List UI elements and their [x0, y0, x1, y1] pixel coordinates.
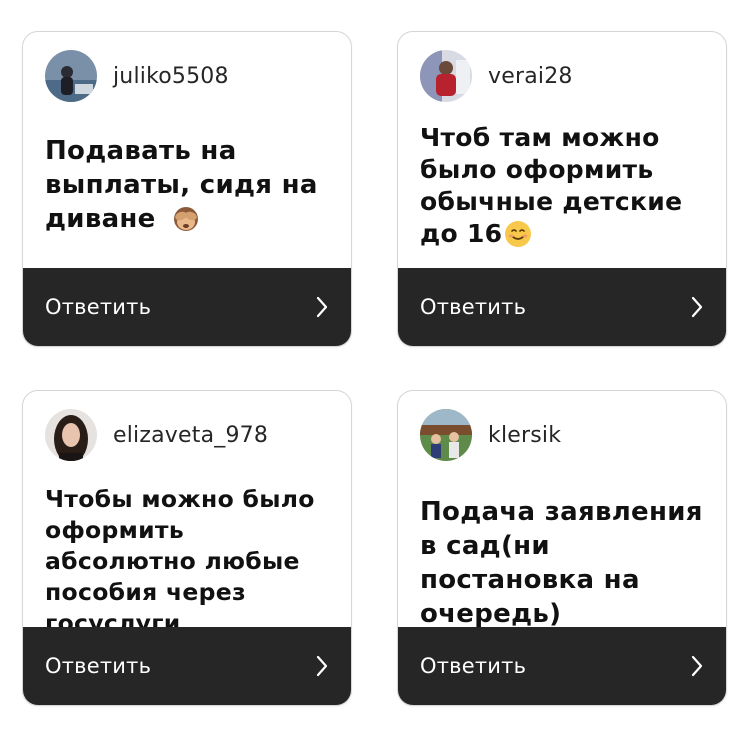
question-card-2: verai28 Чтоб там можно было оформить обы… [397, 31, 727, 347]
question-text: Чтоб там можно было оформить обычные дет… [420, 122, 708, 256]
card-header: verai28 [420, 50, 573, 102]
reply-button[interactable]: Ответить [398, 268, 726, 346]
question-card-1: juliko5508 Подавать на выплаты, сидя на … [22, 31, 352, 347]
reply-button[interactable]: Ответить [23, 268, 351, 346]
username[interactable]: verai28 [488, 64, 573, 89]
avatar[interactable] [420, 50, 472, 102]
question-text: Подача заявления в сад(ни постановка на … [420, 497, 703, 629]
reply-label: Ответить [45, 295, 152, 319]
username[interactable]: klersik [488, 423, 561, 448]
chevron-right-icon [316, 655, 328, 677]
username[interactable]: elizaveta_978 [113, 423, 268, 448]
question-text: Чтобы можно было оформить абсолютно любы… [45, 485, 315, 637]
reply-label: Ответить [420, 295, 527, 319]
reply-button[interactable]: Ответить [23, 627, 351, 705]
avatar[interactable] [420, 409, 472, 461]
reply-button[interactable]: Ответить [398, 627, 726, 705]
question-text: Подавать на выплаты, сидя на диване [45, 134, 333, 242]
chevron-right-icon [691, 655, 703, 677]
card-header: klersik [420, 409, 561, 461]
avatar[interactable] [45, 50, 97, 102]
card-header: juliko5508 [45, 50, 229, 102]
reply-label: Ответить [45, 654, 152, 678]
username[interactable]: juliko5508 [113, 64, 229, 89]
question-card-4: klersik Подача заявления в сад(ни постан… [397, 390, 727, 706]
card-header: elizaveta_978 [45, 409, 268, 461]
reply-label: Ответить [420, 654, 527, 678]
smiling-face-icon [504, 220, 532, 256]
chevron-right-icon [316, 296, 328, 318]
chevron-right-icon [691, 296, 703, 318]
see-no-evil-monkey-icon [171, 203, 201, 242]
avatar[interactable] [45, 409, 97, 461]
question-card-3: elizaveta_978 Чтобы можно было оформить … [22, 390, 352, 706]
